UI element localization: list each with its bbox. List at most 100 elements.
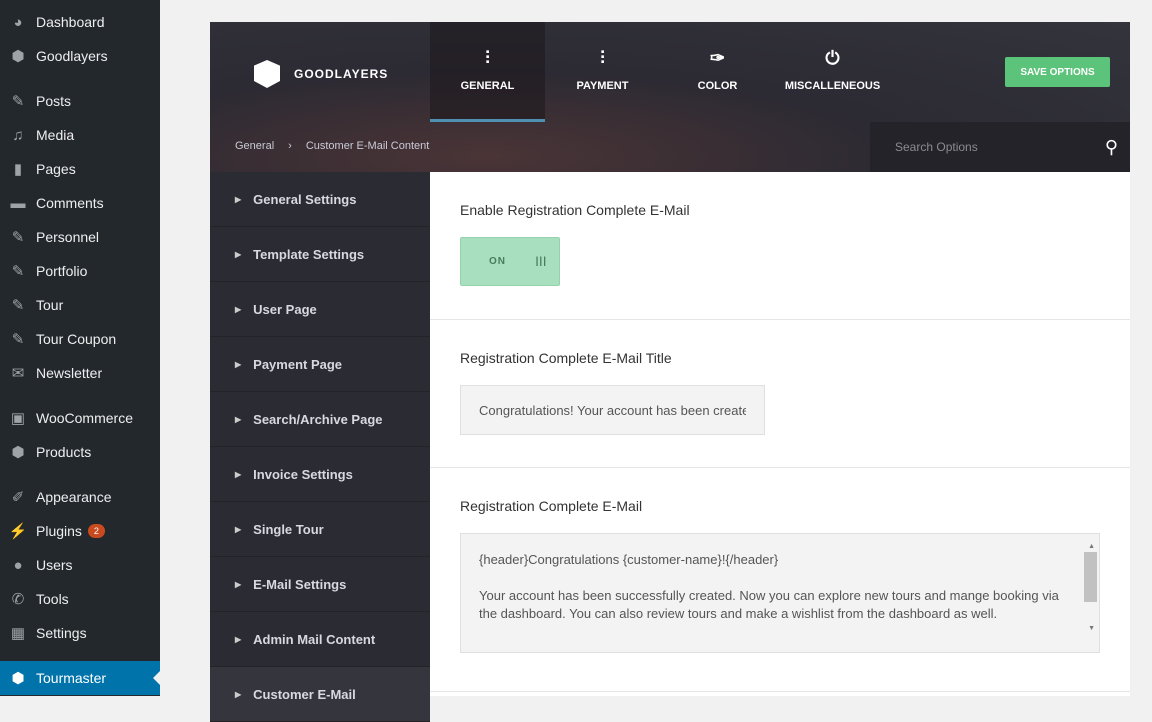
email-body-label: Registration Complete E-Mail: [460, 498, 643, 514]
wp-menu-personnel[interactable]: ✎ Personnel: [0, 220, 160, 254]
menu-label: Tour: [36, 297, 64, 313]
wp-menu-settings[interactable]: ▦ Settings: [0, 616, 160, 650]
nav-item[interactable]: ▶ Customer E-Mail: [210, 667, 430, 722]
search-input[interactable]: [895, 140, 1105, 154]
scrollbar-thumb[interactable]: [1084, 552, 1097, 602]
nav-item[interactable]: ▶ E-Mail Settings: [210, 557, 430, 612]
comment-icon: ▬: [10, 194, 26, 212]
email-body-line: {header}Congratulations {customer-name}!…: [479, 552, 779, 567]
wp-menu-appearance[interactable]: ✐ Appearance: [0, 480, 160, 514]
menu-label: WooCommerce: [36, 410, 133, 426]
nav-label: General Settings: [253, 191, 357, 207]
sliders-icon: ⫶: [600, 48, 605, 68]
caret-right-icon: ▶: [235, 359, 242, 369]
nav-item[interactable]: ▶ User Page: [210, 282, 430, 337]
breadcrumb-separator: ›: [288, 140, 292, 152]
nav-label: User Page: [253, 301, 317, 317]
enable-email-label: Enable Registration Complete E-Mail: [460, 202, 690, 218]
menu-label: Plugins: [36, 523, 82, 539]
menu-label: Dashboard: [36, 14, 105, 30]
nav-item[interactable]: ▶ General Settings: [210, 172, 430, 227]
breadcrumb-root[interactable]: General: [235, 140, 274, 152]
search-box: ⚲: [870, 122, 1130, 172]
plug-icon: ⏻: [825, 48, 840, 68]
nav-item[interactable]: ▶ Invoice Settings: [210, 447, 430, 502]
options-content: Enable Registration Complete E-Mail ON ||…: [430, 172, 1130, 696]
nav-label: Single Tour: [253, 521, 324, 537]
panel-header: GOODLAYERS ⫶ GENERAL ⫶ PAYMENT ✑ COLOR ⏻ MISCAL…: [210, 22, 1130, 172]
pin-icon: ✎: [11, 93, 25, 110]
wp-menu-woocommerce[interactable]: ▣ WooCommerce: [0, 401, 160, 435]
wp-menu-plugins[interactable]: ⚡ Plugins 2: [0, 514, 160, 548]
scroll-up-icon[interactable]: ▲: [1088, 538, 1095, 556]
tab-color[interactable]: ✑ COLOR: [660, 22, 775, 122]
media-icon: ♫: [12, 126, 24, 144]
menu-label: Comments: [36, 195, 104, 211]
nav-item[interactable]: ▶ Payment Page: [210, 337, 430, 392]
menu-label: Tour Coupon: [36, 331, 117, 347]
tab-payment[interactable]: ⫶ PAYMENT: [545, 22, 660, 122]
wp-menu-comments[interactable]: ▬ Comments: [0, 186, 160, 220]
wp-menu-tourmaster[interactable]: ⬢ Tourmaster: [0, 661, 160, 695]
toggle-state: ON: [489, 256, 506, 267]
menu-label: Users: [36, 557, 73, 573]
nav-label: Payment Page: [253, 356, 343, 372]
wp-menu-goodlayers[interactable]: ⬢ Goodlayers: [0, 39, 160, 73]
wp-menu-media[interactable]: ♫ Media: [0, 118, 160, 152]
nav-item[interactable]: ▶ Admin Mail Content: [210, 612, 430, 667]
scroll-down-icon[interactable]: ▼: [1088, 620, 1095, 638]
caret-right-icon: ▶: [235, 579, 242, 589]
menu-label: Pages: [36, 161, 76, 177]
paint-bucket-icon: ✑: [709, 48, 726, 68]
breadcrumb-current: Customer E-Mail Content: [305, 140, 430, 152]
caret-right-icon: ▶: [235, 249, 242, 259]
brush-icon: ✐: [11, 489, 25, 506]
wp-menu-portfolio[interactable]: ✎ Portfolio: [0, 254, 160, 288]
email-body-section: Registration Complete E-Mail {header}Con…: [430, 468, 1130, 692]
tab-label: COLOR: [697, 80, 738, 92]
tab-miscalleneous[interactable]: ⏻ MISCALLENEOUS: [775, 22, 890, 122]
caret-right-icon: ▶: [235, 194, 242, 204]
menu-label: Goodlayers: [36, 48, 108, 64]
menu-label: Personnel: [36, 229, 100, 245]
wp-menu-posts[interactable]: ✎ Posts: [0, 84, 160, 118]
options-nav: ▶ General Settings ▶ Template Settings ▶ User…: [210, 172, 430, 722]
email-body-textarea[interactable]: {header}Congratulations {customer-name}!…: [460, 533, 1100, 653]
menu-label: Portfolio: [36, 263, 88, 279]
nav-item[interactable]: ▶ Template Settings: [210, 227, 430, 282]
wp-admin-sidebar: ◕ Dashboard ⬢ Goodlayers ✎ Posts ♫ Media ▮ Pages ▬…: [0, 0, 160, 696]
enable-email-section: Enable Registration Complete E-Mail ON ||…: [430, 172, 1130, 320]
search-icon[interactable]: ⚲: [1105, 137, 1118, 158]
caret-right-icon: ▶: [235, 304, 242, 314]
caret-right-icon: ▶: [235, 524, 242, 534]
tab-label: GENERAL: [460, 80, 515, 92]
menu-label: Products: [36, 444, 92, 460]
logo-text: GOODLAYERS: [294, 67, 389, 81]
wp-menu-tour[interactable]: ✎ Tour: [0, 288, 160, 322]
menu-label: Newsletter: [36, 365, 103, 381]
wp-menu-users[interactable]: ● Users: [0, 548, 160, 582]
menu-label: Tools: [36, 591, 69, 607]
enable-email-toggle[interactable]: ON |||: [460, 237, 560, 286]
nav-label: Template Settings: [253, 246, 365, 262]
tourmaster-icon: ⬢: [11, 670, 25, 687]
sliders-icon: ⫶: [485, 48, 490, 68]
wp-menu-newsletter[interactable]: ✉ Newsletter: [0, 356, 160, 390]
wp-menu-products[interactable]: ⬢ Products: [0, 435, 160, 469]
wp-menu-tour-coupon[interactable]: ✎ Tour Coupon: [0, 322, 160, 356]
wp-menu-dashboard[interactable]: ◕ Dashboard: [0, 5, 160, 39]
wp-menu-pages[interactable]: ▮ Pages: [0, 152, 160, 186]
tab-general[interactable]: ⫶ GENERAL: [430, 22, 545, 122]
wp-menu-tools[interactable]: ✆ Tools: [0, 582, 160, 616]
pin-icon: ✎: [11, 331, 25, 348]
nav-label: E-Mail Settings: [253, 576, 347, 592]
breadcrumb: General › Customer E-Mail Content: [235, 140, 443, 152]
user-icon: ●: [13, 556, 23, 574]
tab-label: PAYMENT: [576, 80, 629, 92]
caret-right-icon: ▶: [235, 414, 242, 424]
nav-item[interactable]: ▶ Single Tour: [210, 502, 430, 557]
save-options-button[interactable]: SAVE OPTIONS: [1005, 57, 1110, 87]
woo-icon: ▣: [10, 410, 26, 427]
nav-item[interactable]: ▶ Search/Archive Page: [210, 392, 430, 447]
email-title-input[interactable]: [460, 385, 765, 435]
